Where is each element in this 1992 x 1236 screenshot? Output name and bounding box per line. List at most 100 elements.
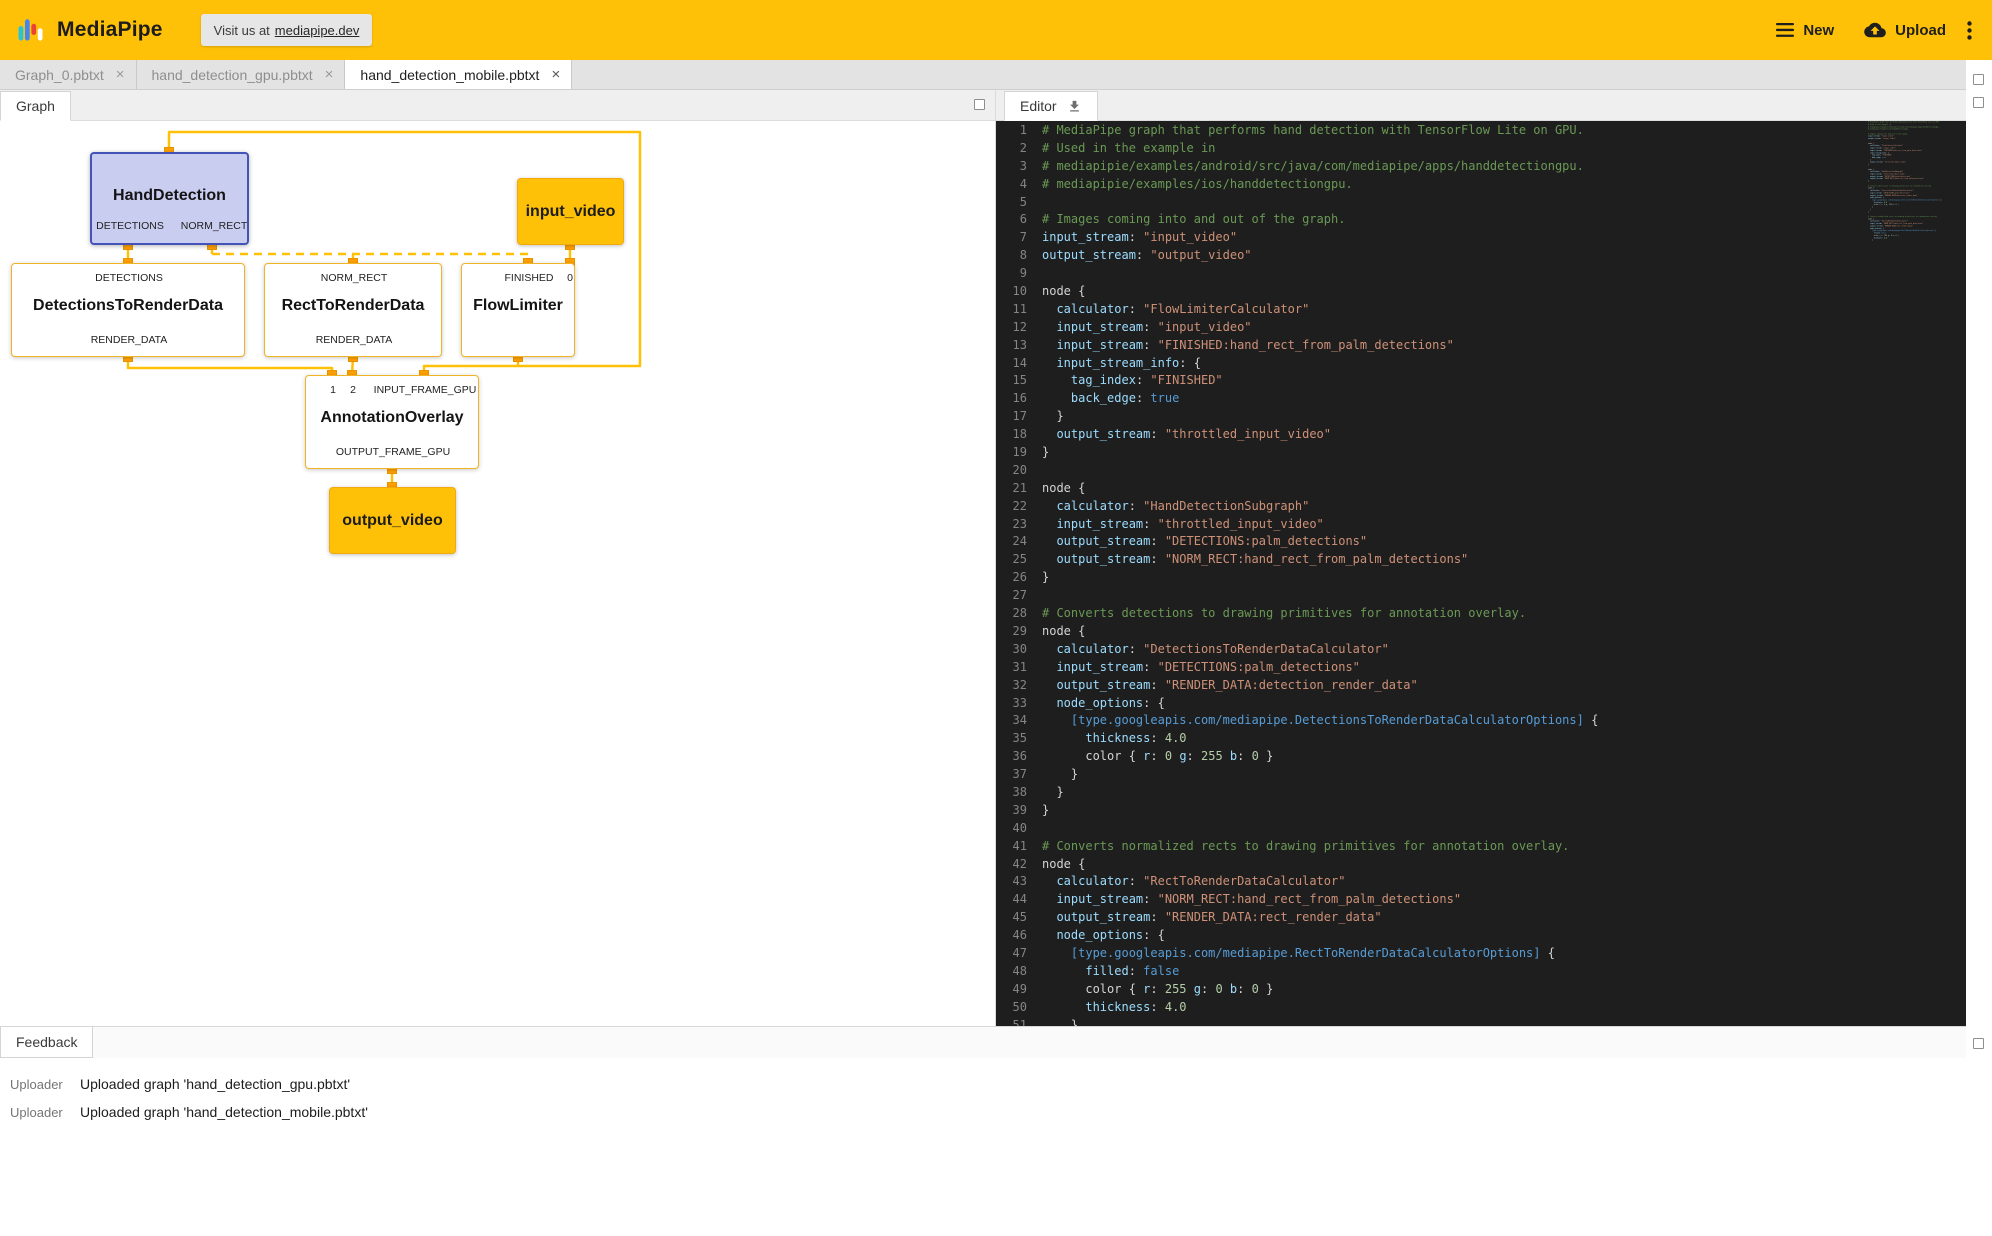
code-line[interactable]: 35 thickness: 4.0 — [996, 730, 1966, 748]
code-line[interactable]: 42node { — [996, 856, 1966, 874]
upload-button[interactable]: Upload — [1849, 11, 1961, 49]
more-options-button[interactable] — [1961, 15, 1978, 46]
tab-close-icon[interactable]: × — [551, 66, 560, 83]
node-title: HandDetection — [92, 187, 247, 205]
feedback-source: Uploader — [10, 1105, 72, 1120]
feedback-log: Uploader Uploaded graph 'hand_detection_… — [0, 1058, 1966, 1236]
code-line[interactable]: 33 node_options: { — [996, 695, 1966, 713]
code-line[interactable]: 11 calculator: "FlowLimiterCalculator" — [996, 301, 1966, 319]
code-line[interactable]: 47 [type.googleapis.com/mediapipe.RectTo… — [996, 945, 1966, 963]
feedback-expand-icon[interactable] — [1973, 1038, 1984, 1049]
line-number: 16 — [996, 390, 1042, 408]
line-number: 31 — [996, 659, 1042, 677]
tab-hand-detection-mobile-pbtxt[interactable]: hand_detection_mobile.pbtxt × — [345, 60, 572, 89]
code-line[interactable]: 18 output_stream: "throttled_input_video… — [996, 426, 1966, 444]
code-line[interactable]: 25 output_stream: "NORM_RECT:hand_rect_f… — [996, 551, 1966, 569]
graph-node-flow-limiter[interactable]: FINISHED 0 FlowLimiter — [461, 263, 575, 357]
graph-node-detections-to-render-data[interactable]: DETECTIONS DetectionsToRenderData RENDER… — [11, 263, 245, 357]
code-line[interactable]: 7input_stream: "input_video" — [996, 229, 1966, 247]
graph-node-annotation-overlay[interactable]: 1 2 INPUT_FRAME_GPU AnnotationOverlay OU… — [305, 375, 479, 469]
code-line[interactable]: 14 input_stream_info: { — [996, 355, 1966, 373]
code-line[interactable]: 45 output_stream: "RENDER_DATA:rect_rend… — [996, 909, 1966, 927]
graph-node-output-video[interactable]: output_video — [329, 487, 456, 554]
code-line[interactable]: 5 — [996, 194, 1966, 212]
code-line[interactable]: 26} — [996, 569, 1966, 587]
line-number: 8 — [996, 247, 1042, 265]
editor-expand-icon[interactable] — [1973, 97, 1984, 108]
code-line[interactable]: 43 calculator: "RectToRenderDataCalculat… — [996, 873, 1966, 891]
graph-expand-icon[interactable] — [974, 99, 985, 110]
download-icon[interactable] — [1067, 99, 1082, 114]
editor-minimap[interactable]: # MediaPipe graph that performs hand det… — [1868, 121, 1964, 1026]
code-line[interactable]: 32 output_stream: "RENDER_DATA:detection… — [996, 677, 1966, 695]
code-line[interactable]: 51 } — [996, 1017, 1966, 1026]
code-line[interactable]: 28# Converts detections to drawing primi… — [996, 605, 1966, 623]
line-number: 10 — [996, 283, 1042, 301]
code-line[interactable]: 27 — [996, 587, 1966, 605]
port-label-norm-rect: NORM_RECT — [321, 272, 388, 284]
code-line[interactable]: 23 input_stream: "throttled_input_video" — [996, 516, 1966, 534]
code-line[interactable]: 10node { — [996, 283, 1966, 301]
code-line[interactable]: 37 } — [996, 766, 1966, 784]
graph-panel: Graph — [0, 90, 996, 1026]
line-number: 1 — [996, 122, 1042, 140]
code-line[interactable]: 17 } — [996, 408, 1966, 426]
visit-badge[interactable]: Visit us at mediapipe.dev — [201, 14, 373, 46]
code-line[interactable]: 34 [type.googleapis.com/mediapipe.Detect… — [996, 712, 1966, 730]
code-line[interactable]: 40 — [996, 820, 1966, 838]
graph-canvas[interactable]: HandDetection DETECTIONS NORM_RECT input… — [0, 121, 995, 1026]
code-line[interactable]: 16 back_edge: true — [996, 390, 1966, 408]
code-line[interactable]: 12 input_stream: "input_video" — [996, 319, 1966, 337]
graph-node-input-video[interactable]: input_video — [517, 178, 624, 245]
visit-link[interactable]: mediapipe.dev — [275, 23, 360, 38]
tab-close-icon[interactable]: × — [325, 66, 334, 83]
tab-graph[interactable]: Graph — [0, 91, 71, 121]
code-line[interactable]: 3# mediapipie/examples/android/src/java/… — [996, 158, 1966, 176]
line-number: 14 — [996, 355, 1042, 373]
code-line[interactable]: 8output_stream: "output_video" — [996, 247, 1966, 265]
line-number: 5 — [996, 194, 1042, 212]
code-line[interactable]: 13 input_stream: "FINISHED:hand_rect_fro… — [996, 337, 1966, 355]
code-line[interactable]: 2# Used in the example in — [996, 140, 1966, 158]
tab-feedback[interactable]: Feedback — [0, 1027, 93, 1058]
tab-label: hand_detection_gpu.pbtxt — [152, 67, 313, 83]
line-number: 11 — [996, 301, 1042, 319]
code-line[interactable]: 24 output_stream: "DETECTIONS:palm_detec… — [996, 533, 1966, 551]
code-line[interactable]: 46 node_options: { — [996, 927, 1966, 945]
code-line[interactable]: 50 thickness: 4.0 — [996, 999, 1966, 1017]
line-number: 19 — [996, 444, 1042, 462]
code-line[interactable]: 30 calculator: "DetectionsToRenderDataCa… — [996, 641, 1966, 659]
code-line[interactable]: 21node { — [996, 480, 1966, 498]
code-line[interactable]: 29node { — [996, 623, 1966, 641]
code-line[interactable]: } — [1868, 239, 1964, 241]
graph-node-hand-detection[interactable]: HandDetection DETECTIONS NORM_RECT — [90, 152, 249, 245]
tab-hand-detection-gpu-pbtxt[interactable]: hand_detection_gpu.pbtxt × — [137, 60, 346, 89]
code-line[interactable]: 38 } — [996, 784, 1966, 802]
code-line[interactable]: 44 input_stream: "NORM_RECT:hand_rect_fr… — [996, 891, 1966, 909]
line-number: 39 — [996, 802, 1042, 820]
tab-editor[interactable]: Editor — [1004, 91, 1098, 121]
code-line[interactable]: 15 tag_index: "FINISHED" — [996, 372, 1966, 390]
code-line[interactable]: 22 calculator: "HandDetectionSubgraph" — [996, 498, 1966, 516]
new-button[interactable]: New — [1761, 12, 1849, 49]
code-line[interactable]: 36 color { r: 0 g: 255 b: 0 } — [996, 748, 1966, 766]
code-line[interactable]: 20 — [996, 462, 1966, 480]
code-line[interactable]: 19} — [996, 444, 1966, 462]
code-line[interactable]: 1# MediaPipe graph that performs hand de… — [996, 122, 1966, 140]
code-line[interactable]: 6# Images coming into and out of the gra… — [996, 211, 1966, 229]
code-line[interactable]: 31 input_stream: "DETECTIONS:palm_detect… — [996, 659, 1966, 677]
port-label-norm-rect: NORM_RECT — [181, 220, 248, 232]
tab-graph-0-pbtxt[interactable]: Graph_0.pbtxt × — [0, 60, 137, 89]
code-line[interactable]: 4# mediapipie/examples/ios/handdetection… — [996, 176, 1966, 194]
tab-close-icon[interactable]: × — [116, 66, 125, 83]
port-label-0: 0 — [567, 272, 573, 284]
code-line[interactable]: 39} — [996, 802, 1966, 820]
tabs-expand-icon[interactable] — [1973, 74, 1984, 85]
code-line[interactable]: 9 — [996, 265, 1966, 283]
graph-node-rect-to-render-data[interactable]: NORM_RECT RectToRenderData RENDER_DATA — [264, 263, 442, 357]
code-line[interactable]: 49 color { r: 255 g: 0 b: 0 } — [996, 981, 1966, 999]
code-line[interactable]: 48 filled: false — [996, 963, 1966, 981]
port-label-input-frame-gpu: INPUT_FRAME_GPU — [374, 384, 477, 396]
code-editor[interactable]: 1 # MediaPipe graph that performs hand de… — [996, 121, 1966, 1026]
code-line[interactable]: 41# Converts normalized rects to drawing… — [996, 838, 1966, 856]
